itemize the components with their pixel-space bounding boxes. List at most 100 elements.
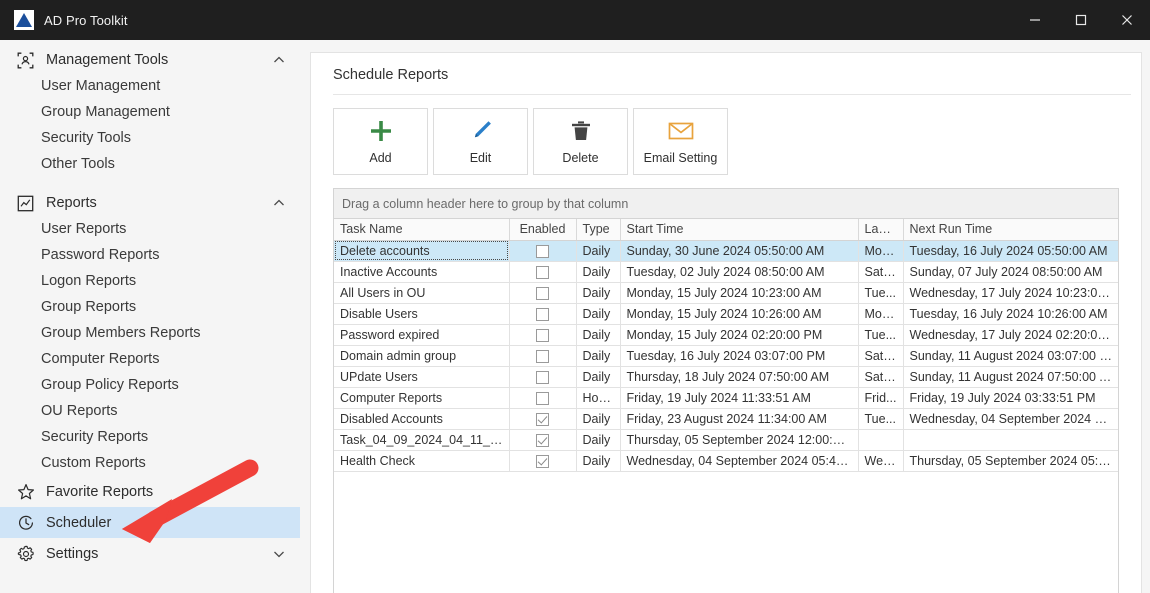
cell-task-name[interactable]: UPdate Users (334, 366, 510, 388)
sidebar-group-reports[interactable]: Reports (0, 190, 300, 216)
cell-last-run-time[interactable] (858, 429, 904, 451)
cell-next-run-time[interactable]: Sunday, 11 August 2024 03:07:00 PM (903, 345, 1118, 367)
cell-task-name[interactable]: Disable Users (334, 303, 510, 325)
delete-button[interactable]: Delete (533, 108, 628, 175)
cell-start-time[interactable]: Wednesday, 04 September 2024 05:45:00 AM (620, 450, 859, 472)
cell-enabled[interactable] (509, 429, 577, 451)
cell-enabled[interactable] (509, 303, 577, 325)
cell-enabled[interactable] (509, 345, 577, 367)
cell-last-run-time[interactable]: Tue... (858, 324, 904, 346)
sidebar-item-group-members-reports[interactable]: Group Members Reports (0, 320, 300, 346)
enabled-checkbox[interactable] (536, 244, 549, 258)
cell-type[interactable]: Daily (576, 324, 621, 346)
cell-next-run-time[interactable]: Sunday, 11 August 2024 07:50:00 AM (903, 366, 1118, 388)
chevron-up-icon[interactable] (272, 53, 286, 67)
cell-enabled[interactable] (509, 240, 577, 262)
email-setting-button[interactable]: Email Setting (633, 108, 728, 175)
chevron-down-icon[interactable] (272, 547, 286, 561)
enabled-checkbox[interactable] (536, 328, 549, 342)
cell-next-run-time[interactable]: Wednesday, 04 September 2024 11:34:00 AM (903, 408, 1118, 430)
cell-type[interactable]: Daily (576, 345, 621, 367)
chevron-up-icon[interactable] (272, 196, 286, 210)
sidebar-item-settings[interactable]: Settings (0, 538, 300, 569)
maximize-button[interactable] (1058, 0, 1104, 40)
title-bar-drag-region[interactable]: AD Pro Toolkit (0, 0, 1012, 40)
cell-task-name[interactable]: Domain admin group (334, 345, 510, 367)
cell-start-time[interactable]: Friday, 23 August 2024 11:34:00 AM (620, 408, 859, 430)
cell-start-time[interactable]: Tuesday, 02 July 2024 08:50:00 AM (620, 261, 859, 283)
cell-type[interactable]: Daily (576, 240, 621, 262)
table-row[interactable]: Inactive Accounts Daily Tuesday, 02 July 2… (334, 261, 1118, 283)
cell-enabled[interactable] (509, 324, 577, 346)
cell-task-name[interactable]: Computer Reports (334, 387, 510, 409)
enabled-checkbox[interactable] (536, 454, 549, 468)
sidebar-item-scheduler[interactable]: Scheduler (0, 507, 300, 538)
cell-next-run-time[interactable]: Friday, 19 July 2024 03:33:51 PM (903, 387, 1118, 409)
cell-last-run-time[interactable]: Tue... (858, 408, 904, 430)
cell-enabled[interactable] (509, 450, 577, 472)
sidebar-item-custom-reports[interactable]: Custom Reports (0, 450, 300, 476)
cell-next-run-time[interactable]: Tuesday, 16 July 2024 05:50:00 AM (903, 240, 1118, 262)
cell-last-run-time[interactable]: Frid... (858, 387, 904, 409)
cell-enabled[interactable] (509, 366, 577, 388)
cell-next-run-time[interactable]: Thursday, 05 September 2024 05:45:00 AM (903, 450, 1118, 472)
edit-button[interactable]: Edit (433, 108, 528, 175)
cell-start-time[interactable]: Thursday, 18 July 2024 07:50:00 AM (620, 366, 859, 388)
table-row[interactable]: Disabled Accounts Daily Friday, 23 August … (334, 408, 1118, 430)
column-header-last-run-time[interactable]: Last... (858, 219, 904, 241)
cell-start-time[interactable]: Thursday, 05 September 2024 12:00:00 AM (620, 429, 859, 451)
table-row[interactable]: All Users in OU Daily Monday, 15 July 2024… (334, 282, 1118, 304)
enabled-checkbox[interactable] (536, 349, 549, 363)
column-header-type[interactable]: Type (576, 219, 621, 241)
table-row[interactable]: Password expired Daily Monday, 15 July 202… (334, 324, 1118, 346)
cell-task-name[interactable]: Inactive Accounts (334, 261, 510, 283)
sidebar-item-logon-reports[interactable]: Logon Reports (0, 268, 300, 294)
cell-last-run-time[interactable]: Mon... (858, 303, 904, 325)
sidebar-item-favorite-reports[interactable]: Favorite Reports (0, 476, 300, 507)
cell-next-run-time[interactable]: Wednesday, 17 July 2024 10:23:00 AM (903, 282, 1118, 304)
enabled-checkbox[interactable] (536, 412, 549, 426)
cell-next-run-time[interactable]: Tuesday, 16 July 2024 10:26:00 AM (903, 303, 1118, 325)
cell-start-time[interactable]: Monday, 15 July 2024 02:20:00 PM (620, 324, 859, 346)
close-button[interactable] (1104, 0, 1150, 40)
cell-start-time[interactable]: Monday, 15 July 2024 10:26:00 AM (620, 303, 859, 325)
cell-enabled[interactable] (509, 387, 577, 409)
cell-last-run-time[interactable]: Satu... (858, 261, 904, 283)
sidebar-item-group-management[interactable]: Group Management (0, 99, 300, 125)
enabled-checkbox[interactable] (536, 286, 549, 300)
column-header-start-time[interactable]: Start Time (620, 219, 859, 241)
cell-task-name[interactable]: Password expired (334, 324, 510, 346)
cell-start-time[interactable]: Friday, 19 July 2024 11:33:51 AM (620, 387, 859, 409)
sidebar-item-user-reports[interactable]: User Reports (0, 216, 300, 242)
cell-enabled[interactable] (509, 408, 577, 430)
sidebar-item-security-reports[interactable]: Security Reports (0, 424, 300, 450)
sidebar-item-computer-reports[interactable]: Computer Reports (0, 346, 300, 372)
table-row[interactable]: Delete accounts Daily Sunday, 30 June 2024… (334, 240, 1118, 262)
group-by-panel[interactable]: Drag a column header here to group by th… (334, 189, 1118, 219)
column-header-task-name[interactable]: Task Name (334, 219, 510, 241)
cell-type[interactable]: Hou... (576, 387, 621, 409)
cell-task-name[interactable]: Health Check (334, 450, 510, 472)
sidebar-item-password-reports[interactable]: Password Reports (0, 242, 300, 268)
cell-last-run-time[interactable]: Satu... (858, 366, 904, 388)
enabled-checkbox[interactable] (536, 391, 549, 405)
minimize-button[interactable] (1012, 0, 1058, 40)
sidebar-item-group-reports[interactable]: Group Reports (0, 294, 300, 320)
cell-next-run-time[interactable]: Wednesday, 17 July 2024 02:20:00 PM (903, 324, 1118, 346)
cell-task-name[interactable]: Disabled Accounts (334, 408, 510, 430)
table-row[interactable]: Health Check Daily Wednesday, 04 September… (334, 450, 1118, 472)
table-row[interactable]: UPdate Users Daily Thursday, 18 July 2024 … (334, 366, 1118, 388)
cell-task-name[interactable]: Task_04_09_2024_04_11_41 (334, 429, 510, 451)
sidebar-item-group-policy-reports[interactable]: Group Policy Reports (0, 372, 300, 398)
sidebar-item-user-management[interactable]: User Management (0, 73, 300, 99)
sidebar-item-security-tools[interactable]: Security Tools (0, 125, 300, 151)
sidebar-item-ou-reports[interactable]: OU Reports (0, 398, 300, 424)
enabled-checkbox[interactable] (536, 265, 549, 279)
cell-enabled[interactable] (509, 282, 577, 304)
cell-next-run-time[interactable] (903, 429, 1118, 451)
sidebar-group-management-tools[interactable]: Management Tools (0, 47, 300, 73)
cell-start-time[interactable]: Monday, 15 July 2024 10:23:00 AM (620, 282, 859, 304)
cell-task-name[interactable]: Delete accounts (334, 240, 510, 262)
cell-type[interactable]: Daily (576, 282, 621, 304)
cell-type[interactable]: Daily (576, 408, 621, 430)
